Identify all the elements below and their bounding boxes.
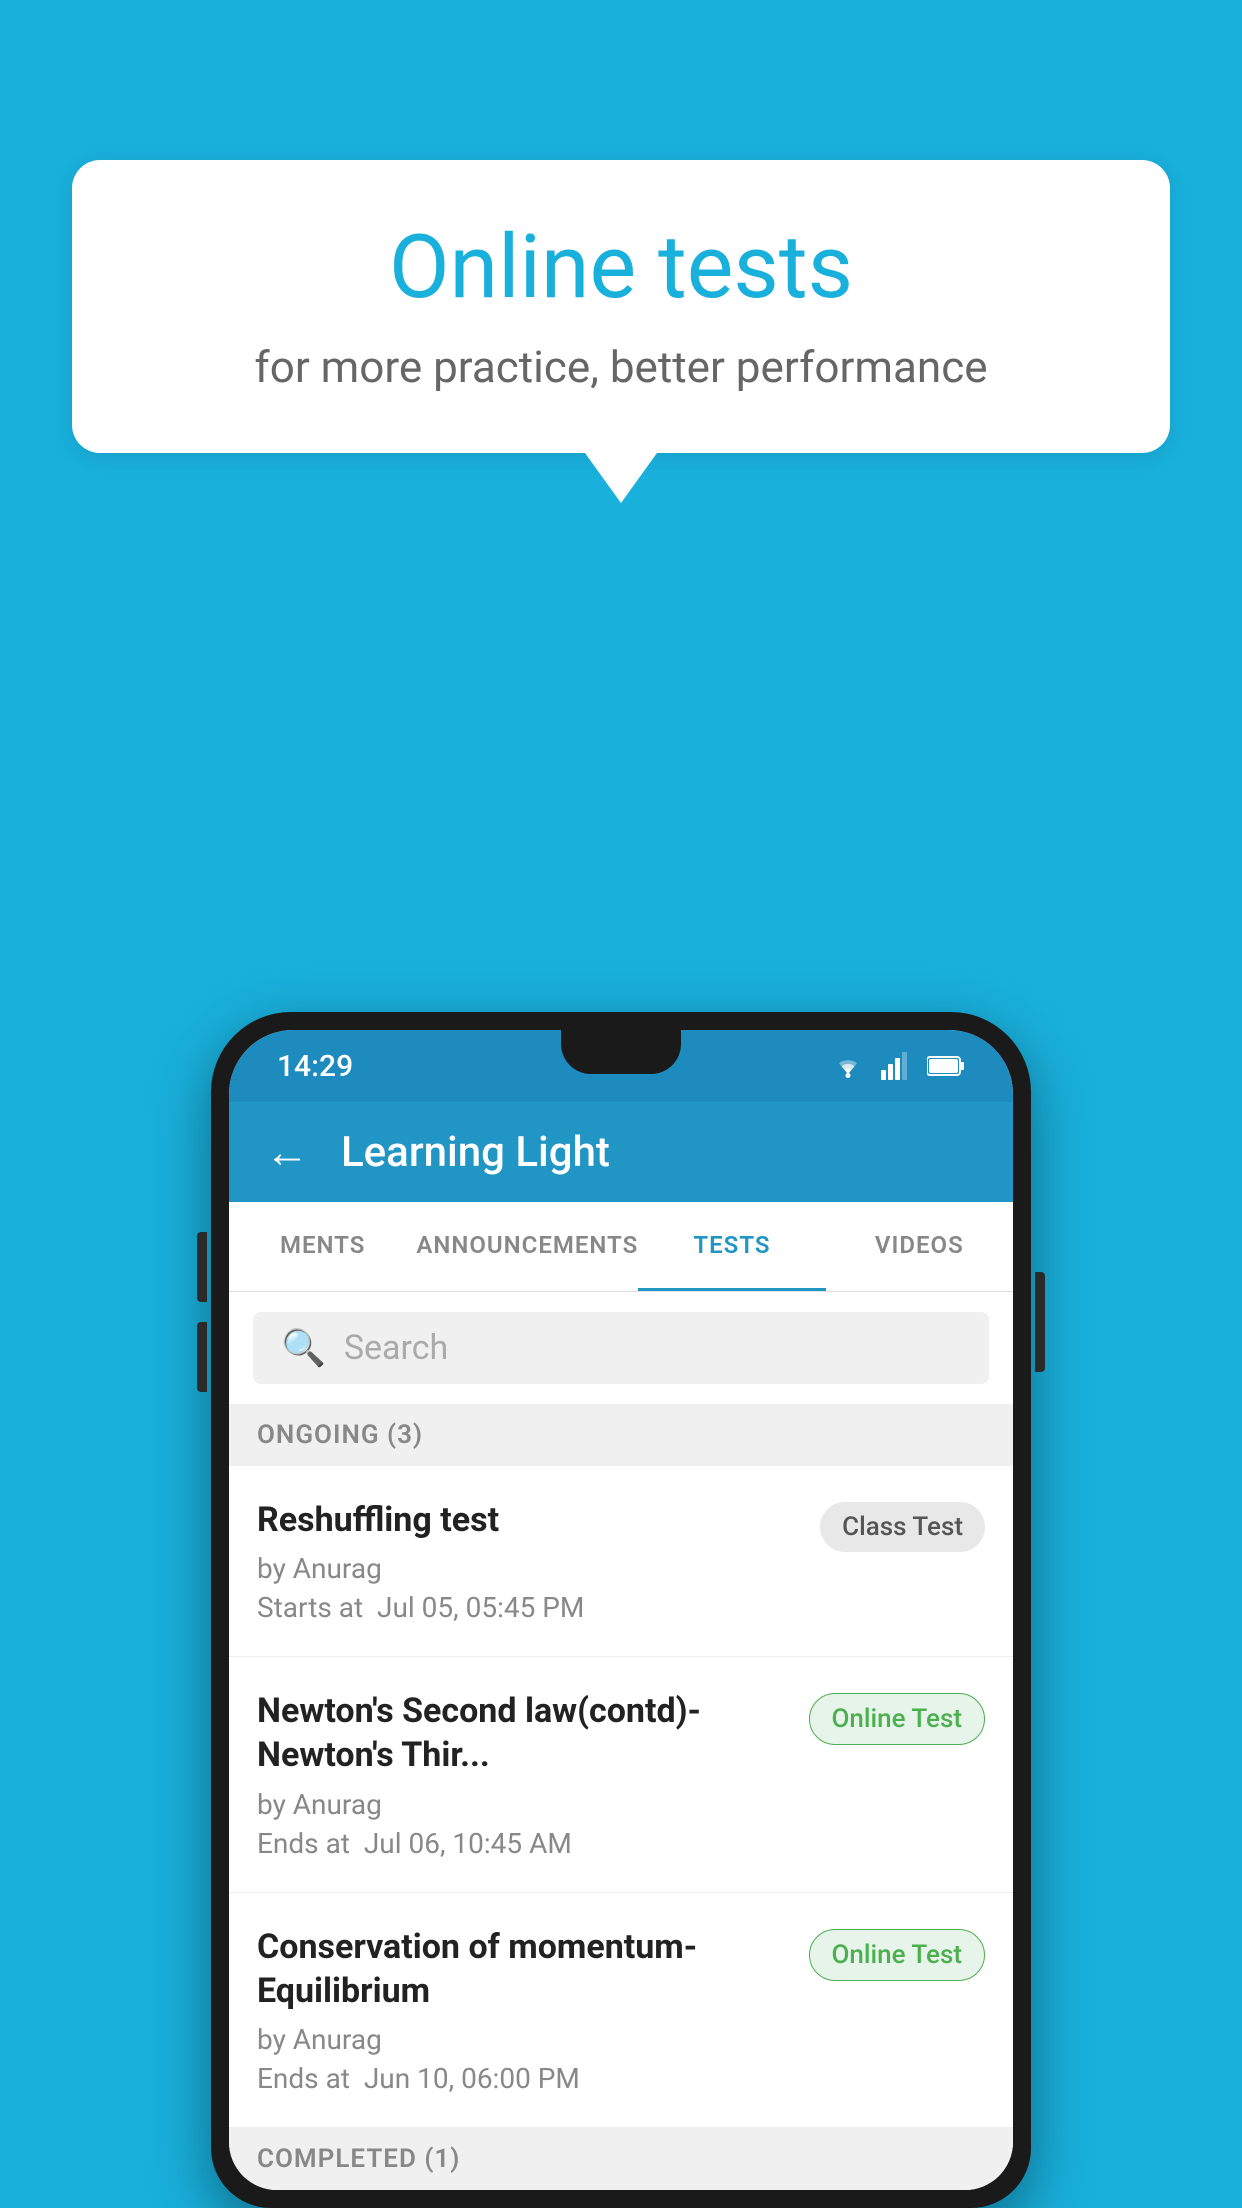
status-time: 14:29 (277, 1049, 353, 1084)
phone-mockup: 14:29 (211, 1012, 1031, 2208)
search-box[interactable]: 🔍 Search (253, 1312, 989, 1384)
power-button (1035, 1272, 1045, 1372)
test-item-1[interactable]: Reshuffling test by Anurag Starts at Jul… (229, 1466, 1013, 1657)
tabs-bar: MENTS ANNOUNCEMENTS TESTS VIDEOS (229, 1202, 1013, 1292)
test-item-3[interactable]: Conservation of momentum-Equilibrium by … (229, 1893, 1013, 2128)
battery-icon (927, 1055, 965, 1077)
speech-bubble: Online tests for more practice, better p… (72, 160, 1170, 453)
test-badge-3: Online Test (809, 1929, 986, 1981)
test-badge-2: Online Test (809, 1693, 986, 1745)
test-time-3: Ends at Jun 10, 06:00 PM (257, 2062, 789, 2095)
bubble-arrow (585, 453, 657, 503)
test-info-3: Conservation of momentum-Equilibrium by … (257, 1925, 789, 2095)
test-author-1: by Anurag (257, 1552, 800, 1585)
test-info-2: Newton's Second law(contd)-Newton's Thir… (257, 1689, 789, 1859)
volume-button-2 (197, 1322, 207, 1392)
test-name-2: Newton's Second law(contd)-Newton's Thir… (257, 1689, 789, 1777)
test-item-2[interactable]: Newton's Second law(contd)-Newton's Thir… (229, 1657, 1013, 1892)
speech-bubble-section: Online tests for more practice, better p… (72, 160, 1170, 503)
test-badge-1: Class Test (820, 1502, 985, 1552)
test-author-3: by Anurag (257, 2023, 789, 2056)
tab-ments[interactable]: MENTS (229, 1202, 416, 1291)
ongoing-section-header: ONGOING (3) (229, 1404, 1013, 1466)
phone-outer: 14:29 (211, 1012, 1031, 2208)
app-header: ← Learning Light (229, 1102, 1013, 1202)
tab-tests[interactable]: TESTS (638, 1202, 825, 1291)
test-name-1: Reshuffling test (257, 1498, 800, 1542)
tab-videos[interactable]: VIDEOS (826, 1202, 1013, 1291)
search-icon: 🔍 (281, 1327, 326, 1369)
search-placeholder: Search (344, 1328, 448, 1368)
app-title: Learning Light (341, 1128, 610, 1177)
bubble-title: Online tests (152, 220, 1090, 317)
signal-icon (881, 1052, 911, 1080)
phone-screen: 14:29 (229, 1030, 1013, 2190)
tab-announcements[interactable]: ANNOUNCEMENTS (416, 1202, 638, 1291)
test-time-1: Starts at Jul 05, 05:45 PM (257, 1591, 800, 1624)
notch (561, 1030, 681, 1074)
completed-section-header: COMPLETED (1) (229, 2128, 1013, 2190)
test-info-1: Reshuffling test by Anurag Starts at Jul… (257, 1498, 800, 1624)
wifi-icon (831, 1052, 865, 1080)
test-name-3: Conservation of momentum-Equilibrium (257, 1925, 789, 2013)
status-bar: 14:29 (229, 1030, 1013, 1102)
volume-button-1 (197, 1232, 207, 1302)
status-icons (831, 1052, 965, 1080)
test-time-2: Ends at Jul 06, 10:45 AM (257, 1827, 789, 1860)
bubble-subtitle: for more practice, better performance (152, 341, 1090, 393)
back-button[interactable]: ← (265, 1126, 309, 1178)
search-section: 🔍 Search (229, 1292, 1013, 1404)
test-author-2: by Anurag (257, 1788, 789, 1821)
